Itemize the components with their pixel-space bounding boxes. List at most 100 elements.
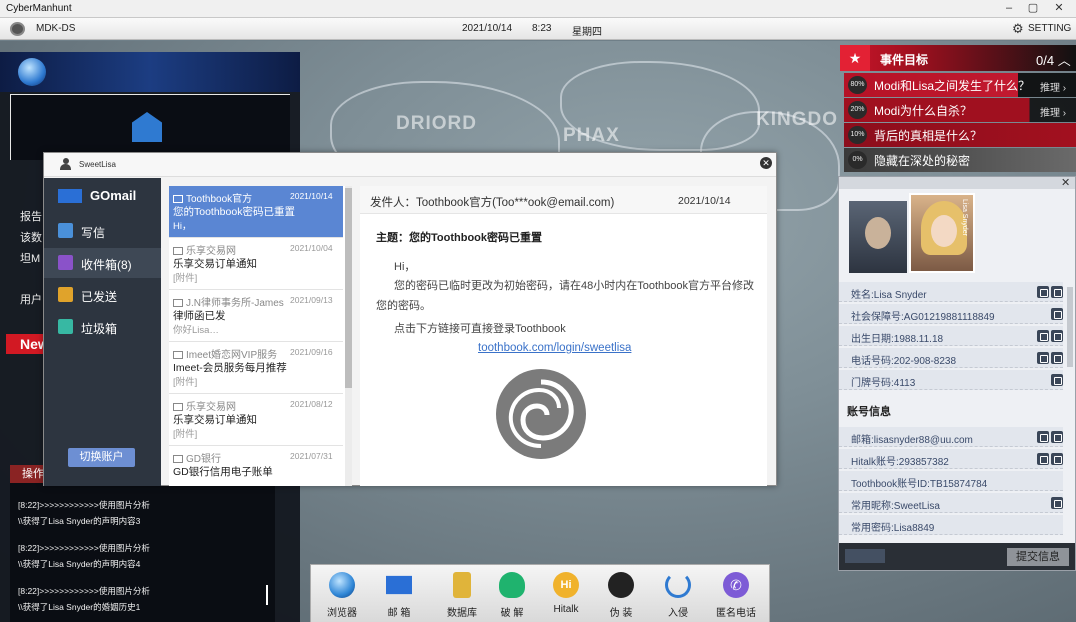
info-row[interactable]: 门牌号码:4113 xyxy=(839,370,1063,390)
event-goal-item[interactable]: 0% 隐藏在深处的秘密 xyxy=(844,148,1076,172)
shield-icon[interactable] xyxy=(1051,497,1063,509)
mail-subject: Imeet-会员服务每月推荐 xyxy=(173,362,287,374)
shield-icon[interactable] xyxy=(1037,286,1049,298)
operation-log: 操作 [8:22]>>>>>>>>>>>>使用图片分析 \\获得了Lisa Sn… xyxy=(10,465,275,622)
database-icon[interactable] xyxy=(1051,352,1063,364)
login-link[interactable]: toothbook.com/login/sweetlisa xyxy=(478,342,631,354)
nav-trash[interactable]: 垃圾箱 xyxy=(44,312,161,342)
mail-subject: 律师函已发 xyxy=(173,310,226,322)
mail-date: 2021/08/12 xyxy=(290,399,333,409)
event-goal-item[interactable]: 80% Modi和Lisa之间发生了什么？ 推理 › xyxy=(844,73,1076,97)
shield-icon[interactable] xyxy=(1037,431,1049,443)
event-goal-text: Modi和Lisa之间发生了什么？ xyxy=(874,79,1031,93)
database-icon[interactable] xyxy=(1051,431,1063,443)
event-goals-header[interactable]: ★ 事件目标 0/4 ︿ xyxy=(840,45,1076,71)
nav-sent[interactable]: 已发送 xyxy=(44,280,161,310)
app-name: MDK-DS xyxy=(36,23,76,34)
mail-subject: GD银行信用电子账单 xyxy=(173,466,273,478)
inbox-icon xyxy=(58,255,73,270)
globe-icon xyxy=(329,572,355,598)
switch-account-button[interactable]: 切换账户 xyxy=(68,448,135,467)
profile-titlebar: ✕ xyxy=(839,177,1075,189)
shield-icon[interactable] xyxy=(1051,374,1063,386)
taskbar-database[interactable]: 数据库 xyxy=(437,569,487,621)
shield-icon[interactable] xyxy=(1037,330,1049,342)
mail-brand-name: GOmail xyxy=(90,188,137,203)
info-row[interactable]: Hitalk账号:293857382 xyxy=(839,449,1063,469)
close-icon[interactable]: ✕ xyxy=(1061,176,1070,189)
database-icon[interactable] xyxy=(1051,453,1063,465)
taskbar-label: 邮 箱 xyxy=(387,608,411,619)
reasoning-button[interactable]: 推理 › xyxy=(1040,104,1066,119)
mail-icon xyxy=(173,403,183,411)
current-weekday: 星期四 xyxy=(572,27,602,38)
shield-icon[interactable] xyxy=(1037,453,1049,465)
send-icon xyxy=(58,287,73,302)
info-row[interactable]: 常用昵称:SweetLisa xyxy=(839,493,1063,513)
reasoning-button[interactable]: 推理 › xyxy=(1040,79,1066,94)
mail-list-item[interactable]: Toothbook官方 2021/10/14 您的Toothbook密码已重置 … xyxy=(169,186,343,238)
setting-button[interactable]: SETTING xyxy=(1028,23,1071,34)
info-text: 电话号码:202-908-8238 xyxy=(851,356,957,367)
window-title: CyberManhunt xyxy=(6,3,72,14)
info-row[interactable]: 邮箱:lisasnyder88@uu.com xyxy=(839,427,1063,447)
nav-inbox[interactable]: 收件箱(8) xyxy=(44,248,161,278)
taskbar-anonymous-call[interactable]: ✆ 匿名电话 xyxy=(711,569,761,621)
database-icon[interactable] xyxy=(1051,286,1063,298)
maximize-button[interactable]: ▢ xyxy=(1022,1,1044,15)
nav-compose[interactable]: 写信 xyxy=(44,216,161,246)
mail-window-header: SweetLisa ✕ xyxy=(44,153,776,177)
mail-list-item[interactable]: GD银行 2021/07/31 GD银行信用电子账单 xyxy=(169,446,343,486)
mail-list-item[interactable]: 乐享交易网 2021/08/12 乐享交易订单通知 [附件] xyxy=(169,394,343,446)
info-row[interactable]: 社会保障号:AG01219881118849 xyxy=(839,304,1063,324)
progress-badge: 0% xyxy=(848,151,867,169)
taskbar-hitalk[interactable]: Hi Hitalk xyxy=(541,569,591,621)
progress-badge: 80% xyxy=(848,76,867,94)
submit-info-button[interactable]: 提交信息 xyxy=(1007,548,1069,566)
taskbar-crack[interactable]: 破 解 xyxy=(487,569,537,621)
spy-icon xyxy=(608,572,634,598)
mail-greeting: Hi， xyxy=(394,261,416,273)
mail-list-item[interactable]: 乐享交易网 2021/10/04 乐享交易订单通知 [附件] xyxy=(169,238,343,290)
nav-label: 收件箱(8) xyxy=(81,258,132,272)
event-goal-text: 隐藏在深处的秘密 xyxy=(874,154,971,168)
info-text: 邮箱:lisasnyder88@uu.com xyxy=(851,435,973,446)
info-row[interactable]: 常用密码:Lisa8849 xyxy=(839,515,1063,535)
taskbar-label: 入侵 xyxy=(668,608,688,619)
shield-icon[interactable] xyxy=(1051,308,1063,320)
taskbar: 浏览器 邮 箱 数据库 破 解 Hi Hitalk 伪 装 入侵 ✆ 匿名电话 xyxy=(310,564,770,622)
profile-scrollbar[interactable] xyxy=(1067,287,1073,367)
globe-icon xyxy=(18,58,46,86)
profile-footer: 提交信息 xyxy=(839,543,1075,570)
event-goal-item[interactable]: 10% 背后的真相是什么？ xyxy=(844,123,1076,147)
chevron-up-icon: ︿ xyxy=(1054,53,1071,68)
mail-list-item[interactable]: J.N律师事务所-James 2021/09/13 律师函已发 你好Lisa… xyxy=(169,290,343,342)
avatar[interactable] xyxy=(849,201,907,273)
info-row[interactable]: 姓名:Lisa Snyder xyxy=(839,282,1063,302)
trash-icon xyxy=(58,319,73,334)
top-bar: MDK-DS 2021/10/14 8:23 星期四 ⚙ SETTING xyxy=(0,18,1076,40)
hook-icon xyxy=(665,572,691,598)
info-row[interactable]: Toothbook账号ID:TB15874784 xyxy=(839,471,1063,491)
mail-icon xyxy=(173,195,183,203)
database-icon[interactable] xyxy=(1051,330,1063,342)
mail-reader-date: 2021/10/14 xyxy=(678,195,731,207)
mail-window: SweetLisa ✕ GOmail 写信 收件箱(8) 已发送 垃圾箱 切换账… xyxy=(43,152,777,486)
taskbar-intrude[interactable]: 入侵 xyxy=(653,569,703,621)
mail-icon xyxy=(173,351,183,359)
info-row[interactable]: 电话号码:202-908-8238 xyxy=(839,348,1063,368)
taskbar-mail[interactable]: 邮 箱 xyxy=(374,569,424,621)
taskbar-disguise[interactable]: 伪 装 xyxy=(596,569,646,621)
minimize-button[interactable]: – xyxy=(998,1,1020,15)
taskbar-browser[interactable]: 浏览器 xyxy=(317,569,367,621)
mail-list-scroll-thumb[interactable] xyxy=(345,188,352,388)
gear-icon[interactable]: ⚙ xyxy=(1012,21,1024,37)
shield-icon[interactable] xyxy=(1037,352,1049,364)
user-icon xyxy=(60,158,71,170)
close-window-button[interactable]: ✕ xyxy=(1048,1,1070,15)
info-row[interactable]: 出生日期:1988.11.18 xyxy=(839,326,1063,346)
avatar[interactable]: Lisa Snyder xyxy=(909,193,975,273)
mail-list-item[interactable]: Imeet婚恋网VIP服务 2021/09/16 Imeet-会员服务每月推荐 … xyxy=(169,342,343,394)
close-icon[interactable]: ✕ xyxy=(760,157,772,169)
event-goal-item[interactable]: 20% Modi为什么自杀？ 推理 › xyxy=(844,98,1076,122)
